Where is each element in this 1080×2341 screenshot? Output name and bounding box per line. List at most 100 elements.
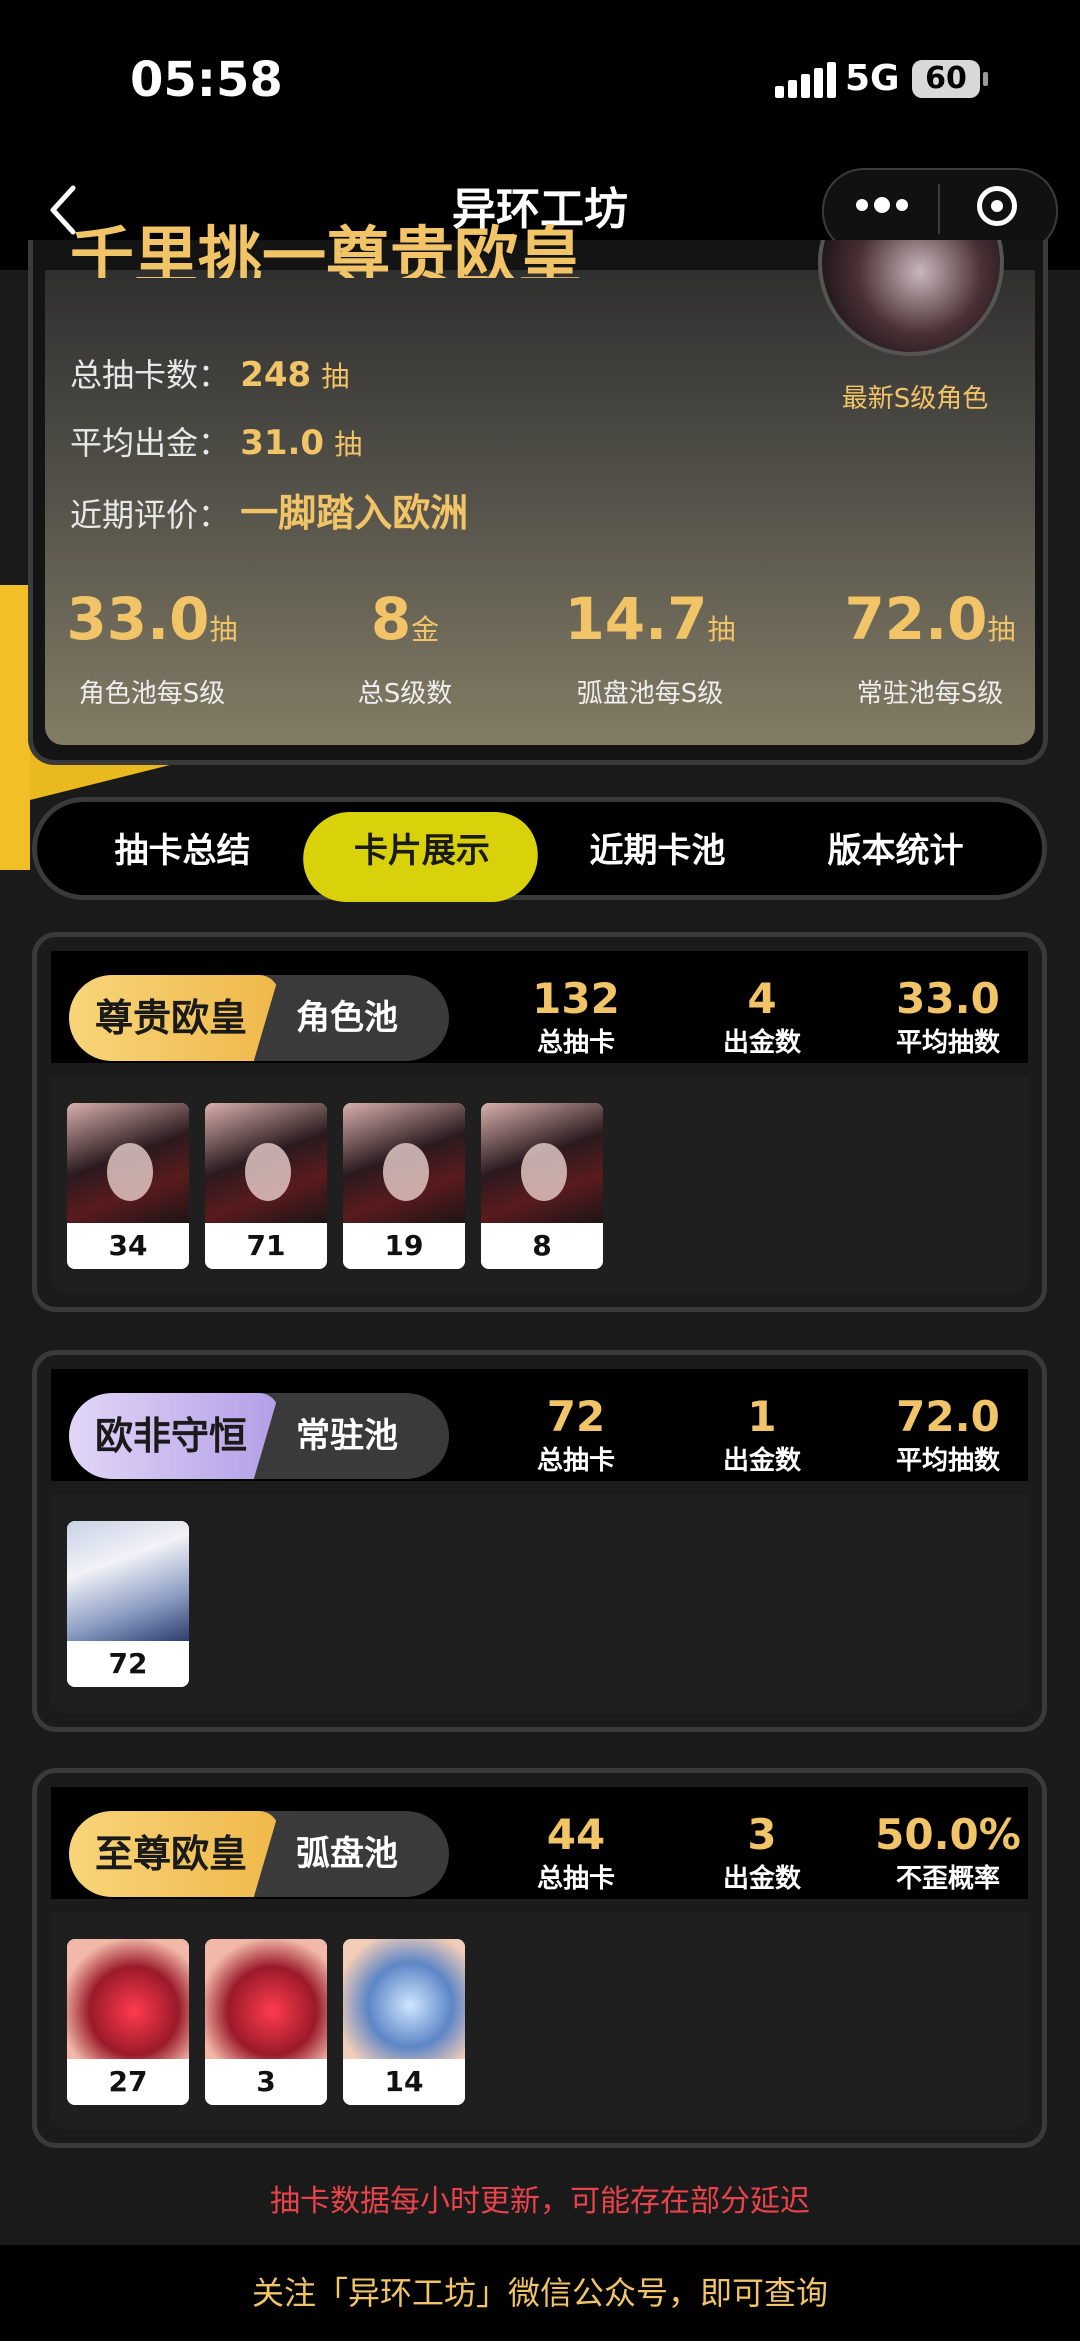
signal-icon xyxy=(775,62,840,98)
tab-label: 近期卡池 xyxy=(589,831,726,871)
card-pull-count: 34 xyxy=(67,1223,189,1269)
disc-art xyxy=(343,1939,465,2059)
pool-stat-value: 33.0 xyxy=(896,974,1000,1023)
tab-label: 抽卡总结 xyxy=(114,831,251,871)
latest-s-avatar[interactable] xyxy=(818,240,1008,360)
pool-card-role: 尊贵欧皇 角色池 132 总抽卡 4 出金数 33.0 平均抽数 34 71 19 8 xyxy=(32,932,1047,1312)
follow-account-text[interactable]: 关注「异环工坊」微信公众号，即可查询 xyxy=(0,2268,1080,2314)
tab-label: 版本统计 xyxy=(827,831,964,871)
pool-stat: 33.0 平均抽数 xyxy=(863,973,1033,1061)
total-pulls-value: 248 xyxy=(240,355,312,395)
pool-stat: 1 出金数 xyxy=(677,1391,847,1479)
pool-stat-value: 72 xyxy=(546,1392,606,1441)
avg-gold-row: 平均出金： 31.0 抽 xyxy=(70,418,362,464)
pool-stat-value: 50.0% xyxy=(875,1810,1021,1859)
pool-name: 弧盘池 xyxy=(296,1834,398,1874)
tab-card-display[interactable]: 卡片展示 xyxy=(296,812,545,902)
pool-stat-value: 1 xyxy=(747,1392,777,1441)
pool-stat-value: 4 xyxy=(747,974,777,1023)
capsule-divider xyxy=(938,184,940,234)
character-art xyxy=(481,1103,603,1223)
status-time: 05:58 xyxy=(130,52,283,108)
pool-card-list: 72 xyxy=(51,1495,1028,1713)
character-art xyxy=(205,1103,327,1223)
pool-stat-value: 3 xyxy=(747,1810,777,1859)
character-art xyxy=(67,1103,189,1223)
card-pull-count: 19 xyxy=(343,1223,465,1269)
summary-title: 千里挑一尊贵欧皇 xyxy=(70,221,582,278)
metric-unit: 抽 xyxy=(987,613,1016,646)
card-thumbnail[interactable]: 71 xyxy=(205,1103,327,1269)
metric-role-pool: 33.0抽 角色池每S级 xyxy=(52,585,252,709)
card-pull-count: 8 xyxy=(481,1223,603,1269)
metric-label: 角色池每S级 xyxy=(78,679,226,709)
pool-card-list: 34 71 19 8 xyxy=(51,1077,1028,1293)
pool-stat: 72 总抽卡 xyxy=(491,1391,661,1479)
metric-total-s: 8金 总S级数 xyxy=(305,585,505,709)
card-pull-count: 14 xyxy=(343,2059,465,2105)
card-thumbnail[interactable]: 72 xyxy=(67,1521,189,1687)
card-pull-count: 27 xyxy=(67,2059,189,2105)
pool-rank-badge: 欧非守恒 xyxy=(69,1393,279,1479)
pool-stat-label: 出金数 xyxy=(722,1028,801,1058)
tab-version-stats[interactable]: 版本统计 xyxy=(778,812,1013,902)
pool-header: 欧非守恒 常驻池 72 总抽卡 1 出金数 72.0 平均抽数 xyxy=(51,1369,1028,1481)
tab-label: 卡片展示 xyxy=(353,831,490,871)
metric-label: 弧盘池每S级 xyxy=(576,679,724,709)
card-pull-count: 3 xyxy=(205,2059,327,2105)
metric-standard-pool: 72.0抽 常驻池每S级 xyxy=(830,585,1030,709)
battery-tip xyxy=(983,72,988,86)
pool-stat: 132 总抽卡 xyxy=(491,973,661,1061)
pool-stat-label: 平均抽数 xyxy=(895,1028,1000,1058)
more-icon[interactable] xyxy=(856,196,914,215)
metric-unit: 抽 xyxy=(707,613,736,646)
pool-stat-value: 132 xyxy=(532,974,620,1023)
avg-gold-value: 31.0 xyxy=(240,423,325,463)
tab-recent-pools[interactable]: 近期卡池 xyxy=(540,812,775,902)
background-accent xyxy=(0,585,30,870)
avg-gold-label: 平均出金： xyxy=(70,424,231,462)
card-thumbnail[interactable]: 14 xyxy=(343,1939,465,2105)
metric-label: 常驻池每S级 xyxy=(856,679,1004,709)
card-thumbnail[interactable]: 34 xyxy=(67,1103,189,1269)
pool-stat-label: 平均抽数 xyxy=(895,1446,1000,1476)
pool-stat-value: 44 xyxy=(546,1810,606,1859)
latest-s-label: 最新S级角色 xyxy=(841,384,989,414)
pool-stat: 50.0% 不歪概率 xyxy=(863,1809,1033,1897)
pool-stat-label: 出金数 xyxy=(722,1864,801,1894)
pool-stat-label: 总抽卡 xyxy=(536,1446,615,1476)
pool-name: 常驻池 xyxy=(296,1416,398,1456)
pool-card-disc: 至尊欧皇 弧盘池 44 总抽卡 3 出金数 50.0% 不歪概率 27 3 14 xyxy=(32,1768,1047,2148)
update-notice: 抽卡数据每小时更新，可能存在部分延迟 xyxy=(270,2184,810,2219)
card-thumbnail[interactable]: 19 xyxy=(343,1103,465,1269)
pool-stat-label: 总抽卡 xyxy=(536,1864,615,1894)
close-mini-program-icon[interactable] xyxy=(977,186,1017,226)
pool-card-standard: 欧非守恒 常驻池 72 总抽卡 1 出金数 72.0 平均抽数 72 xyxy=(32,1350,1047,1732)
metric-value: 33.0 xyxy=(66,585,210,653)
network-type: 5G xyxy=(845,58,900,99)
card-thumbnail[interactable]: 27 xyxy=(67,1939,189,2105)
metric-unit: 抽 xyxy=(209,613,238,646)
pool-header: 至尊欧皇 弧盘池 44 总抽卡 3 出金数 50.0% 不歪概率 xyxy=(51,1787,1028,1899)
pool-stat-label: 不歪概率 xyxy=(895,1864,1000,1894)
pool-rank-badge: 尊贵欧皇 xyxy=(69,975,279,1061)
metric-label: 总S级数 xyxy=(357,679,453,709)
recent-eval-value: 一脚踏入欧洲 xyxy=(240,491,469,535)
total-pulls-unit: 抽 xyxy=(321,360,350,393)
battery-icon: 60 xyxy=(912,60,980,98)
pool-stat-value: 72.0 xyxy=(896,1392,1000,1441)
pool-stat: 3 出金数 xyxy=(677,1809,847,1897)
card-thumbnail[interactable]: 8 xyxy=(481,1103,603,1269)
metric-disc-pool: 14.7抽 弧盘池每S级 xyxy=(550,585,750,709)
card-thumbnail[interactable]: 3 xyxy=(205,1939,327,2105)
character-art xyxy=(343,1103,465,1223)
recent-eval-label: 近期评价： xyxy=(70,496,231,534)
pool-stat-label: 出金数 xyxy=(722,1446,801,1476)
card-pull-count: 72 xyxy=(67,1641,189,1687)
character-art xyxy=(67,1521,189,1641)
pool-header: 尊贵欧皇 角色池 132 总抽卡 4 出金数 33.0 平均抽数 xyxy=(51,951,1028,1063)
tab-summary[interactable]: 抽卡总结 xyxy=(65,812,300,902)
metric-value: 14.7 xyxy=(564,585,708,653)
pool-card-list: 27 3 14 xyxy=(51,1913,1028,2129)
avg-gold-unit: 抽 xyxy=(334,428,363,461)
